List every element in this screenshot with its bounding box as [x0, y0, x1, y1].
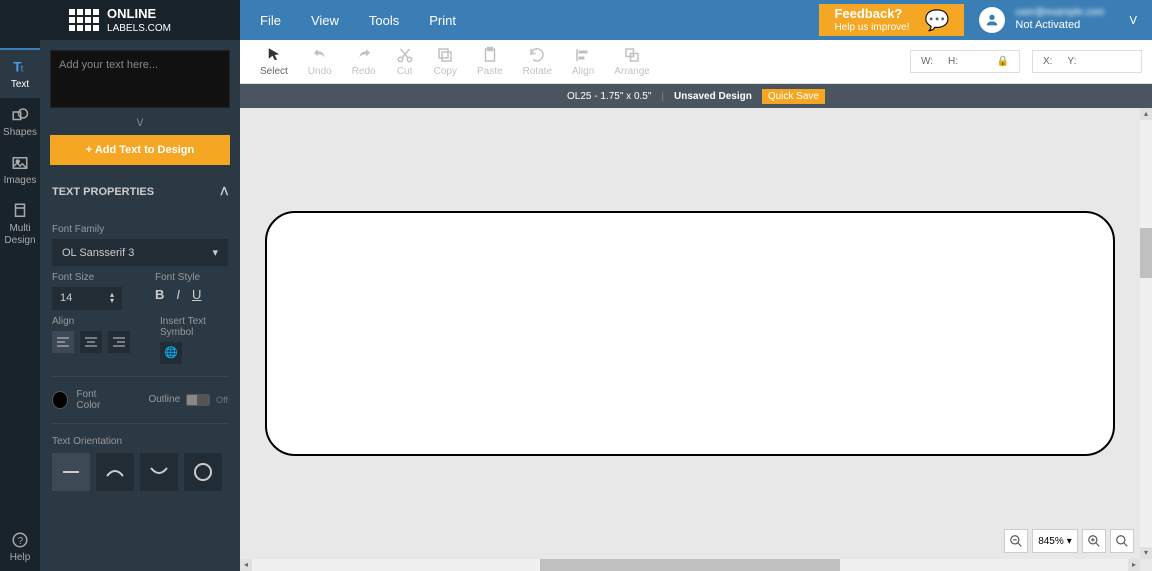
tool-cut[interactable]: Cut	[386, 46, 424, 77]
scroll-up-icon[interactable]: ▴	[1140, 108, 1152, 120]
orient-label: Text Orientation	[52, 436, 228, 447]
product-label: OL25 - 1.75" x 0.5"	[567, 91, 651, 102]
nav-text[interactable]: Tt Text	[0, 48, 40, 98]
tool-redo[interactable]: Redo	[342, 46, 386, 77]
orient-straight-button[interactable]	[52, 453, 90, 491]
stepper-icon[interactable]: ▴▾	[110, 292, 114, 305]
chevron-down-icon: ᐯ	[1129, 14, 1137, 27]
align-left-button[interactable]	[52, 331, 74, 353]
align-right-button[interactable]	[108, 331, 130, 353]
chat-icon: 💬	[924, 8, 949, 33]
outline-state: Off	[216, 395, 228, 405]
font-family-label: Font Family	[52, 224, 228, 235]
collapse-icon[interactable]: ᐱ	[220, 185, 228, 198]
orient-arch-down-button[interactable]	[140, 453, 178, 491]
tool-arrange[interactable]: Arrange	[604, 46, 660, 77]
orient-circle-button[interactable]	[184, 453, 222, 491]
chevron-down-icon: ▾	[212, 246, 218, 259]
svg-text:?: ?	[18, 536, 24, 547]
add-text-button[interactable]: + Add Text to Design	[50, 135, 230, 165]
tool-select[interactable]: Select	[250, 46, 298, 77]
feedback-sub: Help us improve!	[834, 22, 909, 33]
outline-toggle[interactable]	[186, 394, 210, 406]
zoom-fit-button[interactable]	[1110, 529, 1134, 553]
zoom-level-select[interactable]: 845%▾	[1032, 529, 1078, 553]
props-title: TEXT PROPERTIES	[52, 186, 154, 198]
menu-print[interactable]: Print	[429, 13, 456, 28]
design-name: Unsaved Design	[674, 91, 752, 102]
font-size-input[interactable]: 14 ▴▾	[52, 287, 122, 310]
italic-button[interactable]: I	[176, 287, 180, 302]
nav-images[interactable]: Images	[0, 146, 40, 194]
nav-shapes[interactable]: Shapes	[0, 98, 40, 146]
zoom-in-button[interactable]	[1082, 529, 1106, 553]
tool-paste[interactable]: Paste	[467, 46, 513, 77]
vertical-scrollbar[interactable]: ▴ ▾	[1140, 108, 1152, 559]
dimensions-xy: X:Y:	[1032, 50, 1142, 73]
bold-button[interactable]: B	[155, 287, 164, 302]
tool-undo[interactable]: Undo	[298, 46, 342, 77]
tool-copy[interactable]: Copy	[424, 46, 467, 77]
orient-arch-up-button[interactable]	[96, 453, 134, 491]
quick-save-button[interactable]: Quick Save	[762, 89, 825, 104]
zoom-out-button[interactable]	[1004, 529, 1028, 553]
insert-symbol-button[interactable]: 🌐	[160, 342, 182, 364]
user-email: user@example.com	[1015, 7, 1104, 19]
horizontal-scrollbar[interactable]: ◂ ▸	[240, 559, 1140, 571]
font-style-label: Font Style	[155, 272, 228, 283]
user-menu[interactable]: user@example.com Not Activated ᐯ	[964, 7, 1152, 33]
svg-text:t: t	[21, 64, 24, 74]
avatar-icon	[979, 7, 1005, 33]
feedback-title: Feedback?	[834, 7, 909, 21]
brand-logo[interactable]: ONLINELABELS.COM	[0, 0, 240, 40]
scroll-left-icon[interactable]: ◂	[240, 559, 252, 571]
text-content-input[interactable]: Add your text here...	[50, 50, 230, 108]
align-label: Align	[52, 316, 130, 327]
tool-rotate[interactable]: Rotate	[513, 46, 562, 77]
scroll-right-icon[interactable]: ▸	[1128, 559, 1140, 571]
menu-tools[interactable]: Tools	[369, 13, 399, 28]
tool-align[interactable]: Align	[562, 46, 604, 77]
align-center-button[interactable]	[80, 331, 102, 353]
label-canvas[interactable]	[265, 211, 1115, 456]
user-status: Not Activated	[1015, 19, 1104, 32]
underline-button[interactable]: U	[192, 287, 201, 302]
scroll-down-icon[interactable]: ▾	[1140, 547, 1152, 559]
font-size-label: Font Size	[52, 272, 125, 283]
outline-label: Outline	[148, 394, 180, 405]
nav-multi-design[interactable]: Multi Design	[0, 194, 40, 254]
symbol-label: Insert Text Symbol	[160, 316, 228, 338]
feedback-button[interactable]: Feedback? Help us improve! 💬	[819, 4, 964, 36]
nav-help[interactable]: ? Help	[0, 523, 40, 571]
menu-file[interactable]: File	[260, 13, 281, 28]
dimensions-wh: W:H:🔒	[910, 50, 1020, 73]
font-family-select[interactable]: OL Sansserif 3 ▾	[52, 239, 228, 266]
expand-text-icon[interactable]: ᐯ	[40, 118, 240, 129]
font-color-swatch[interactable]	[52, 391, 68, 409]
menu-view[interactable]: View	[311, 13, 339, 28]
font-color-label: Font Color	[76, 389, 118, 411]
